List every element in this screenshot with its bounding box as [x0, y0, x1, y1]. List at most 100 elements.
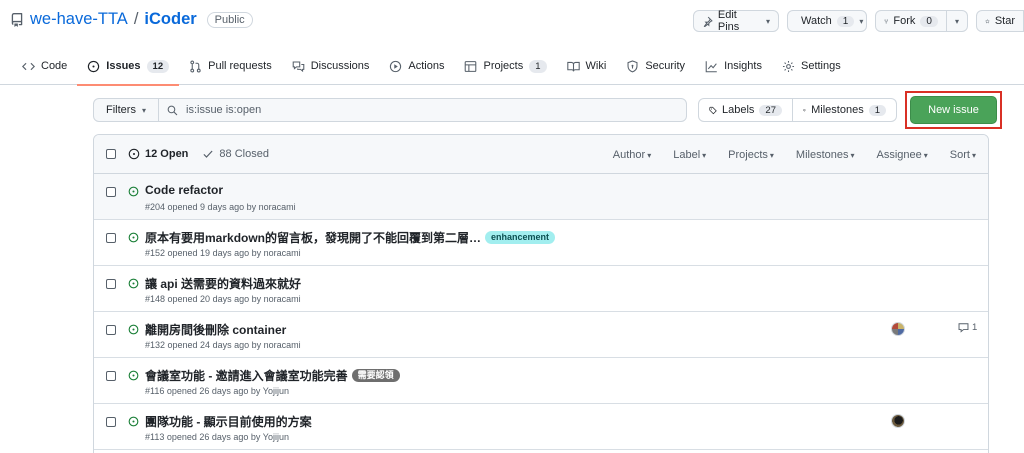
repo-actions: Edit Pins ▾ Watch 1 ▾ Fork 0 ▾ Star	[692, 9, 1024, 33]
milestones-filter[interactable]: Milestones ▾	[796, 149, 855, 161]
projects-filter[interactable]: Projects ▾	[728, 149, 774, 161]
tab-issues[interactable]: Issues 12	[77, 47, 179, 86]
issue-row[interactable]: 原本有要用markdown的留言板，發現開了不能回覆到第二層… enhancem…	[94, 220, 988, 266]
tab-label: Issues	[106, 60, 141, 72]
tab-code[interactable]: Code	[12, 47, 77, 85]
milestones-button[interactable]: Milestones 1	[793, 98, 897, 122]
issue-opened-icon	[128, 370, 139, 381]
comment-count: 1	[972, 322, 978, 333]
watch-button[interactable]: Watch 1 ▾	[786, 10, 867, 32]
tab-security[interactable]: Security	[616, 47, 695, 85]
book-icon	[566, 61, 580, 71]
chevron-down-icon: ▾	[971, 150, 976, 160]
star-button[interactable]: Star	[976, 10, 1024, 32]
repo-header: we-have-TTA / iCoder Public Edit Pins ▾ …	[0, 0, 1024, 86]
sort-filter[interactable]: Sort ▾	[950, 149, 976, 161]
issue-title-link[interactable]: 原本有要用markdown的留言板，發現開了不能回覆到第二層… enhancem…	[145, 229, 556, 246]
issue-title-link[interactable]: 讓 api 送需要的資料過來就好	[145, 275, 301, 292]
issue-label-enhancement[interactable]: enhancement	[485, 231, 556, 244]
tab-wiki[interactable]: Wiki	[557, 47, 617, 85]
tab-label: Security	[645, 60, 686, 72]
assignee-avatar[interactable]	[891, 322, 905, 336]
tab-discussions[interactable]: Discussions	[282, 47, 380, 85]
issue-checkbox[interactable]	[106, 325, 116, 335]
issue-opened-icon	[128, 324, 139, 335]
graph-icon	[705, 60, 717, 72]
tab-label: Insights	[724, 60, 762, 72]
issue-search-input[interactable]	[186, 104, 666, 116]
issues-toolbar: Filters ▾ Labels 27 Milestones 1 New iss…	[93, 91, 1002, 129]
issue-title-link[interactable]: 離開房間後刪除 container	[145, 321, 286, 338]
issue-checkbox[interactable]	[106, 279, 116, 289]
labels-milestones-group: Labels 27 Milestones 1	[698, 98, 897, 122]
issue-title: 團隊功能 - 顯示目前使用的方案	[145, 415, 312, 429]
tab-projects[interactable]: Projects 1	[454, 47, 556, 85]
closed-count-label: 88 Closed	[219, 148, 269, 160]
select-all-checkbox[interactable]	[106, 149, 116, 159]
issue-row[interactable]: 離開房間後刪除 container #132 opened 24 days ag…	[94, 312, 988, 358]
chevron-down-icon: ▾	[954, 16, 959, 26]
issue-row[interactable]: 團隊功能 - 顯示目前使用的方案 #113 opened 26 days ago…	[94, 404, 988, 450]
issue-meta: #132 opened 24 days ago by noracami	[145, 340, 301, 350]
issue-title-link[interactable]: 會議室功能 - 邀請進入會議室功能完善 需要認領	[145, 367, 400, 384]
label-filter[interactable]: Label ▾	[673, 149, 706, 161]
new-issue-highlight: New issue	[905, 91, 1002, 129]
issue-list: 12 Open 88 Closed Author ▾ Label ▾ Project…	[93, 134, 989, 453]
gear-icon	[782, 60, 795, 72]
issue-title: 會議室功能 - 邀請進入會議室功能完善	[145, 369, 348, 383]
issue-opened-icon	[128, 416, 139, 427]
closed-issues-filter[interactable]: 88 Closed	[202, 148, 269, 160]
repo-owner-link[interactable]: we-have-TTA	[30, 10, 128, 29]
comments-link[interactable]: 1	[958, 322, 977, 333]
author-filter[interactable]: Author ▾	[613, 149, 651, 161]
code-icon	[22, 62, 35, 70]
issue-title: Code refactor	[145, 183, 224, 197]
open-issues-filter[interactable]: 12 Open	[128, 148, 188, 160]
repo-name-link[interactable]: iCoder	[144, 10, 196, 29]
repo-forked-icon	[884, 18, 888, 24]
table-icon	[465, 60, 477, 72]
issue-meta: #116 opened 26 days ago by Yojijun	[145, 386, 289, 396]
chevron-down-icon: ▾	[141, 105, 146, 115]
issue-checkbox[interactable]	[106, 371, 116, 381]
repo-icon	[11, 12, 23, 27]
milestone-icon	[803, 108, 806, 112]
issue-search-box	[158, 98, 687, 122]
fork-button[interactable]: Fork 0	[874, 10, 947, 32]
edit-pins-label: Edit Pins	[717, 9, 740, 33]
issue-checkbox[interactable]	[106, 187, 116, 197]
assignee-avatar[interactable]	[891, 414, 905, 428]
filter-label: Author	[612, 148, 646, 161]
issue-meta: #113 opened 26 days ago by Yojijun	[145, 432, 289, 442]
tab-label: Code	[41, 60, 68, 72]
watch-count: 1	[836, 15, 855, 27]
issue-meta: #204 opened 9 days ago by noracami	[145, 202, 296, 212]
repo-slash: /	[133, 10, 139, 28]
tab-pull-requests[interactable]: Pull requests	[179, 47, 282, 85]
filter-label: Label	[673, 148, 701, 161]
tab-settings[interactable]: Settings	[772, 47, 851, 85]
repo-nav-tabs: Code Issues 12 Pull requests Discussions…	[12, 47, 851, 86]
issue-row[interactable]: 讓 api 送需要的資料過來就好 #148 opened 20 days ago…	[94, 266, 988, 312]
issue-title-link[interactable]: Code refactor	[145, 183, 223, 197]
issue-title-link[interactable]: 團隊功能 - 顯示目前使用的方案	[145, 413, 312, 430]
edit-pins-button[interactable]: Edit Pins ▾	[692, 9, 779, 33]
issue-list-header: 12 Open 88 Closed Author ▾ Label ▾ Project…	[94, 135, 988, 174]
tab-actions[interactable]: Actions	[379, 47, 454, 85]
tag-icon	[709, 106, 717, 114]
fork-dropdown-button[interactable]: ▾	[946, 10, 968, 32]
new-issue-button[interactable]: New issue	[910, 96, 997, 124]
issue-row[interactable]: Code refactor #204 opened 9 days ago by …	[94, 174, 988, 220]
play-icon	[390, 60, 402, 72]
labels-button[interactable]: Labels 27	[698, 98, 793, 122]
assignee-filter[interactable]: Assignee ▾	[877, 149, 928, 161]
issue-checkbox[interactable]	[106, 417, 116, 427]
filters-dropdown-button[interactable]: Filters ▾	[93, 98, 159, 122]
chevron-down-icon: ▾	[647, 150, 652, 160]
issue-row[interactable]: 會議室功能 - 邀請進入會議室功能完善 需要認領 #116 opened 26 …	[94, 358, 988, 404]
issue-list-filters: Author ▾ Label ▾ Projects ▾ Milestones ▾ Ass…	[613, 135, 976, 174]
issue-checkbox[interactable]	[106, 233, 116, 243]
tab-insights[interactable]: Insights	[695, 47, 772, 85]
repo-title: we-have-TTA / iCoder Public	[10, 10, 253, 29]
issue-label-needs-claim[interactable]: 需要認領	[351, 369, 400, 382]
